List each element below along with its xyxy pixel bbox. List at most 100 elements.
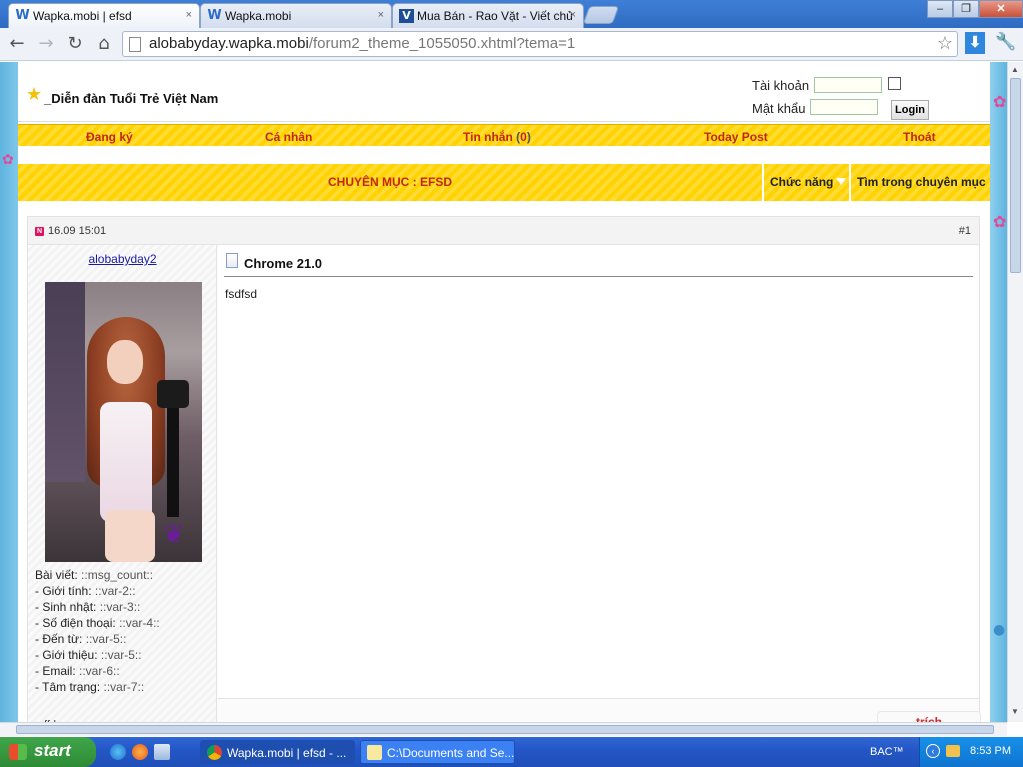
chrome-icon (207, 745, 222, 760)
main-menu: Đang ký Cá nhân Tin nhắn (0) Today Post … (18, 124, 990, 146)
ie-icon[interactable] (110, 744, 126, 760)
site-title[interactable]: _Diễn đàn Tuổi Trẻ Việt Nam (44, 91, 218, 106)
tab-label: Wapka.mobi (225, 9, 292, 23)
messages-count-close: ) (526, 130, 531, 144)
category-bar: CHUYÊN MỤC : EFSD Chức năng Tìm trong ch… (18, 164, 990, 201)
new-tab-button[interactable] (582, 6, 620, 24)
tab-mua-ban[interactable]: V Mua Bán - Rao Vặt - Viết chủ × (392, 3, 584, 28)
forward-arrow-icon[interactable]: → (34, 33, 58, 55)
functions-dropdown[interactable]: Chức năng (762, 164, 849, 201)
search-category-button[interactable]: Tìm trong chuyên mục (849, 164, 990, 201)
post-content: Chrome 21.0 fsdfsd (218, 245, 979, 699)
wrench-menu-icon[interactable]: 🔧 (995, 32, 1016, 52)
vertical-scrollbar[interactable]: ▲ ▼ (1007, 62, 1023, 722)
author-info-value: ::var-4:: (119, 616, 160, 630)
remember-checkbox[interactable] (888, 77, 901, 90)
author-info-label: - Giới thiệu: (35, 648, 98, 662)
url-text: alobabyday.wapka.mobi/forum2_theme_10550… (149, 35, 575, 52)
maximize-button[interactable]: ❐ (953, 0, 979, 18)
menu-profile[interactable]: Cá nhân (265, 130, 312, 144)
author-info-value: ::var-6:: (79, 664, 120, 678)
start-button[interactable]: start (0, 737, 96, 767)
language-indicator[interactable]: BAC™ (870, 746, 904, 758)
scrollbar-thumb[interactable] (16, 725, 994, 734)
bookmark-star-icon[interactable]: ☆ (937, 33, 953, 54)
address-bar[interactable]: alobabyday.wapka.mobi/forum2_theme_10550… (122, 31, 958, 57)
task-chrome-window[interactable]: Wapka.mobi | efsd - ... (200, 740, 355, 764)
author-info-label: - Số điện thoại: (35, 616, 116, 630)
author-info-row: - Số điện thoại: ::var-4:: (35, 615, 160, 631)
tray-app-icon[interactable] (946, 745, 960, 757)
menu-logout[interactable]: Thoát (903, 130, 936, 144)
author-username-link[interactable]: alobabyday2 (28, 252, 217, 266)
close-window-button[interactable]: ✕ (979, 0, 1023, 18)
author-info-label: - Sinh nhật: (35, 600, 97, 614)
firefox-icon[interactable] (132, 744, 148, 760)
tray-expand-icon[interactable]: ‹ (926, 744, 940, 758)
task-notepad-window[interactable]: C:\Documents and Se... (360, 740, 515, 764)
browser-tab-strip: W Wapka.mobi | efsd × W Wapka.mobi × V M… (0, 0, 1023, 28)
author-info-value: ::var-3:: (99, 600, 141, 614)
author-info: Bài viết: ::msg_count:: - Giới tính: ::va… (35, 567, 160, 695)
system-tray: ‹ 8:53 PM (919, 737, 1023, 767)
flower-deco-icon: ✿ (993, 92, 1007, 111)
menu-register[interactable]: Đang ký (86, 130, 133, 144)
show-desktop-icon[interactable] (154, 744, 170, 760)
menu-today-post[interactable]: Today Post (704, 130, 768, 144)
new-badge-icon: N (35, 227, 44, 236)
wapka-favicon-icon: W (207, 8, 222, 23)
avatar-body (100, 402, 152, 522)
username-input[interactable] (814, 77, 882, 93)
tab-wapka-efsd[interactable]: W Wapka.mobi | efsd × (8, 3, 200, 28)
reload-icon[interactable]: ↻ (63, 33, 87, 55)
author-info-value: ::var-7:: (103, 680, 145, 694)
flower-deco-icon: ✿ (993, 212, 1007, 231)
scroll-down-icon[interactable]: ▼ (1011, 707, 1019, 716)
tab-close-icon[interactable]: × (378, 9, 384, 21)
author-info-value: ::var-2:: (94, 584, 136, 598)
download-icon[interactable]: ⬇ (965, 32, 985, 54)
scroll-up-icon[interactable]: ▲ (1011, 65, 1019, 74)
camera-strap (167, 407, 179, 517)
windows-logo-icon (9, 744, 27, 760)
document-icon (226, 253, 238, 268)
back-arrow-icon[interactable]: ← (5, 33, 29, 55)
login-button[interactable]: Login (891, 100, 929, 120)
task-label: C:\Documents and Se... (387, 746, 515, 760)
camera-icon (157, 380, 189, 408)
author-info-row: - Giới thiệu: ::var-5:: (35, 647, 160, 663)
author-info-value: ::var-5:: (100, 648, 142, 662)
author-info-value: ::var-5:: (85, 632, 127, 646)
site-favicon-icon: V (399, 9, 414, 23)
tab-close-icon[interactable]: × (570, 9, 576, 21)
clock: 8:53 PM (970, 745, 1011, 757)
post-number[interactable]: #1 (959, 225, 971, 237)
home-icon[interactable]: ⌂ (92, 33, 116, 55)
bubble-deco-icon: ● (993, 622, 1006, 638)
tab-close-icon[interactable]: × (186, 9, 192, 21)
tab-wapka[interactable]: W Wapka.mobi × (200, 3, 392, 28)
avatar-legs (105, 510, 155, 562)
author-info-row: Bài viết: ::msg_count:: (35, 567, 160, 583)
flower-deco-icon: ✿ (2, 152, 14, 168)
password-input[interactable] (810, 99, 878, 115)
page-viewport: ✿ ✿ ✿ ● ★ _Diễn đàn Tuổi Trẻ Việt Nam Tà… (0, 62, 1007, 722)
wapka-favicon-icon: W (15, 8, 30, 23)
author-info-row: - Email: ::var-6:: (35, 663, 160, 679)
scrollbar-thumb[interactable] (1010, 78, 1021, 273)
quote-button[interactable]: trích (877, 711, 981, 722)
minimize-button[interactable]: – (927, 0, 953, 18)
menu-messages[interactable]: Tin nhắn (0) (463, 130, 531, 144)
start-label: start (34, 741, 71, 760)
username-label: Tài khoản (752, 78, 810, 93)
horizontal-scrollbar[interactable] (0, 722, 1007, 736)
author-info-row: - Sinh nhật: ::var-3:: (35, 599, 160, 615)
functions-label: Chức năng (770, 175, 834, 189)
avatar[interactable]: ❦ (45, 282, 202, 562)
avatar-face (107, 340, 143, 384)
star-icon: ★ (26, 84, 43, 105)
password-label: Mật khẩu (752, 101, 806, 116)
tab-label: Wapka.mobi | efsd (33, 9, 132, 23)
post-title: Chrome 21.0 (244, 256, 323, 271)
url-path: /forum2_theme_1055050.xhtml?tema=1 (308, 35, 576, 52)
